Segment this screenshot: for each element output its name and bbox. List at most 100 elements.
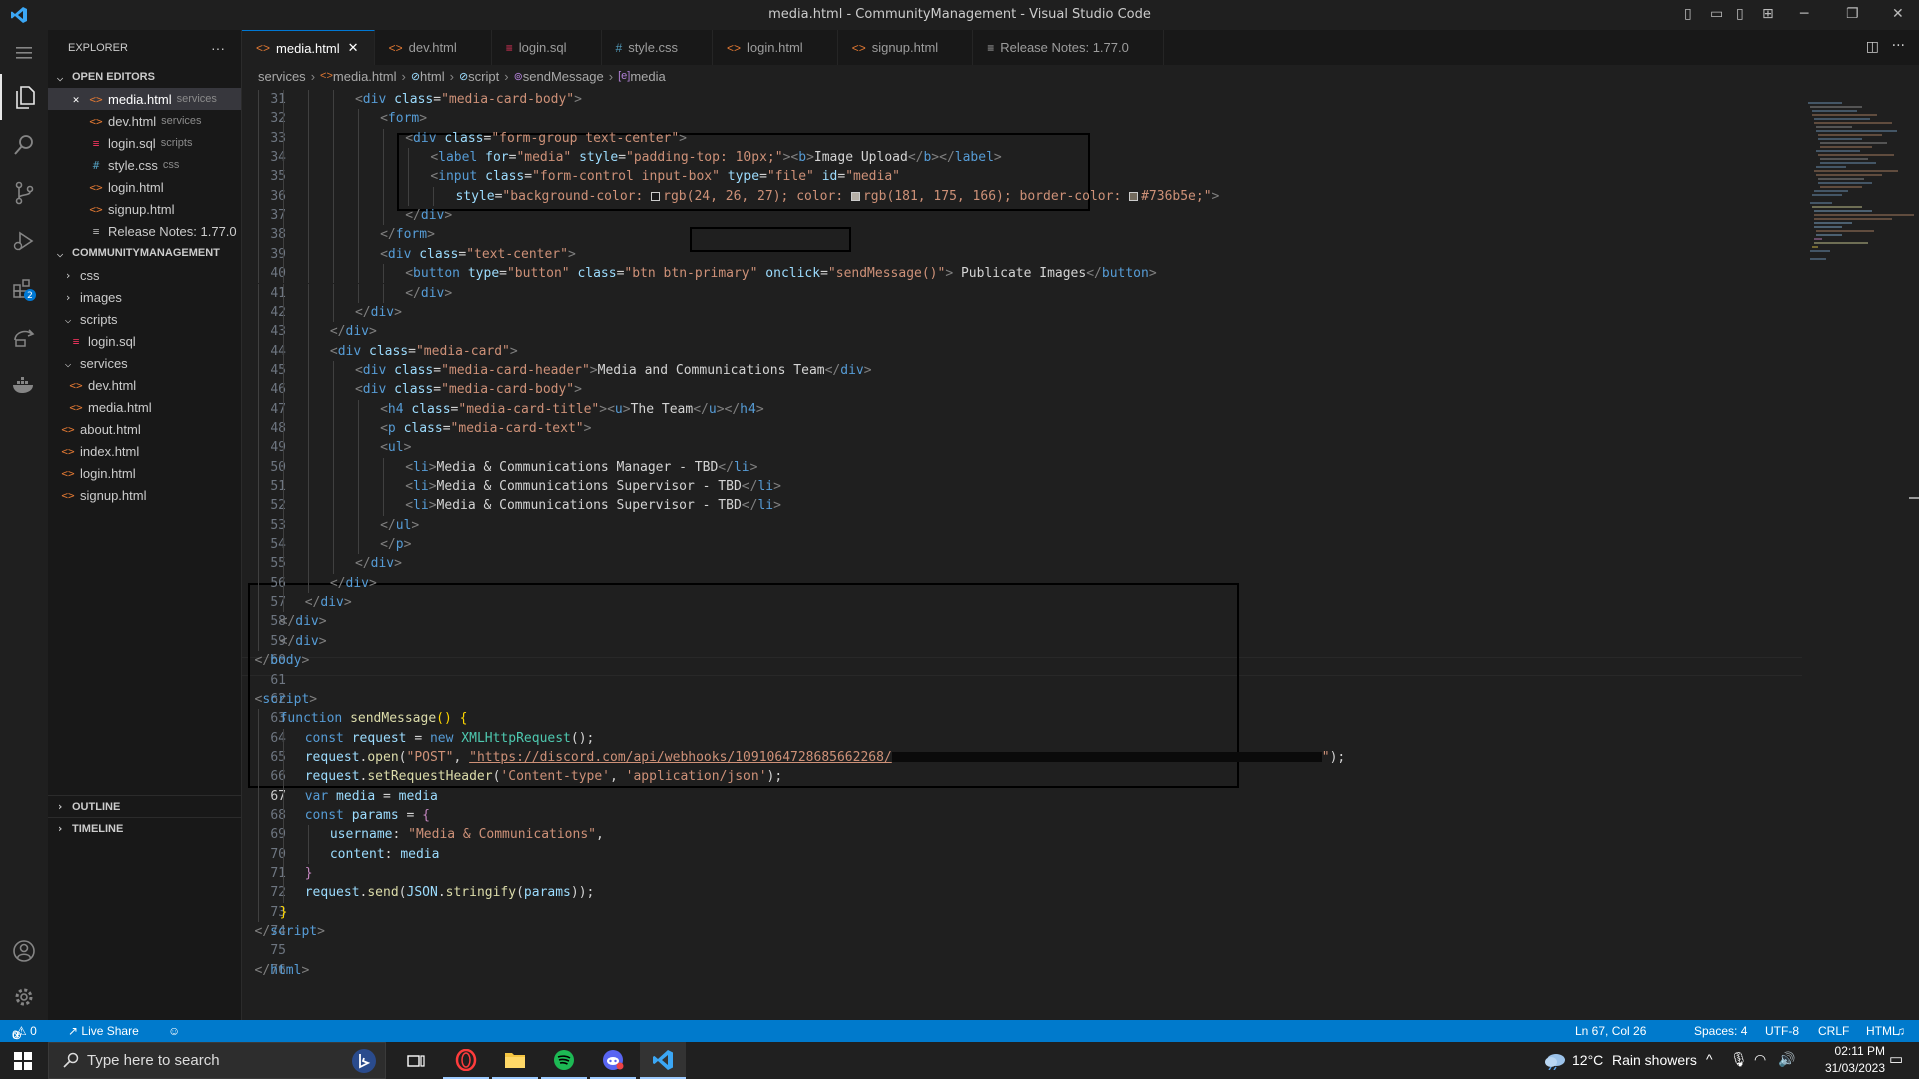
opera-gx-icon[interactable]	[443, 1042, 489, 1079]
tab-login-html[interactable]: <> login.html	[713, 30, 838, 65]
breadcrumb-item[interactable]: services	[258, 69, 306, 84]
remote-explorer-icon[interactable]	[0, 314, 48, 360]
open-editor-item[interactable]: ✕<>signup.html	[48, 198, 241, 220]
menu-icon[interactable]	[0, 30, 48, 76]
split-editor-icon[interactable]: ◫	[1866, 39, 1879, 55]
folder-item[interactable]: › images	[48, 286, 241, 308]
breadcrumb-item[interactable]: script	[468, 69, 499, 84]
close-icon[interactable]: ✕	[68, 93, 84, 106]
tab-style-css[interactable]: # style.css	[602, 30, 714, 65]
breadcrumb-item[interactable]: media.html	[333, 69, 397, 84]
indentation[interactable]: Spaces: 4	[1694, 1024, 1747, 1038]
open-editor-item[interactable]: ✕#style.csscss	[48, 154, 241, 176]
toggle-panel-icon[interactable]: ▭	[1710, 6, 1723, 22]
open-editor-item[interactable]: ✕<>login.html	[48, 176, 241, 198]
open-editors-section[interactable]: ⌵ OPEN EDITORS	[48, 66, 241, 88]
timeline-section[interactable]: › TIMELINE	[48, 817, 242, 839]
taskbar-search-box[interactable]: Type here to search	[48, 1042, 386, 1079]
file-explorer-icon[interactable]	[492, 1042, 538, 1079]
indent-guide	[257, 864, 259, 884]
accounts-icon[interactable]	[0, 928, 48, 974]
file-item[interactable]: <> media.html	[48, 396, 241, 418]
outline-section[interactable]: › OUTLINE	[48, 795, 242, 817]
redacted-token	[891, 752, 1322, 763]
cursor-position[interactable]: Ln 67, Col 26	[1575, 1024, 1646, 1038]
open-editor-item[interactable]: ✕≡login.sqlscripts	[48, 132, 241, 154]
folder-item[interactable]: › css	[48, 264, 241, 286]
run-debug-icon[interactable]	[0, 218, 48, 264]
feedback-icon[interactable]: ☺	[168, 1024, 180, 1038]
close-icon[interactable]: ✕	[348, 40, 360, 56]
more-actions-icon[interactable]: ···	[1892, 38, 1905, 54]
line-number: 39	[270, 246, 286, 262]
breadcrumb-item[interactable]: html	[420, 69, 445, 84]
tab-media-html[interactable]: <> media.html ✕	[242, 30, 375, 65]
wifi-icon[interactable]: ◠	[1754, 1051, 1766, 1068]
more-actions-icon[interactable]: ···	[211, 40, 225, 56]
code-token: li	[733, 459, 750, 475]
open-editor-item[interactable]: ✕≡Release Notes: 1.77.0	[48, 220, 241, 242]
task-view-icon[interactable]	[393, 1042, 439, 1079]
minimize-button[interactable]: ─	[1800, 6, 1808, 22]
notification-center-icon[interactable]: ▭	[1889, 1050, 1903, 1068]
breadcrumb-item[interactable]: media	[630, 69, 665, 84]
windows-start-icon[interactable]	[0, 1042, 46, 1079]
close-window-button[interactable]: ✕	[1892, 6, 1904, 22]
code-token: ></	[931, 150, 955, 166]
file-name: style.css	[108, 157, 158, 173]
toggle-secondary-sidebar-icon[interactable]: ▯	[1736, 6, 1744, 22]
problems-indicator[interactable]: ⊗ 0 ⚠ 0	[12, 1024, 37, 1042]
open-editor-item[interactable]: ✕ <> media.html services	[48, 88, 241, 110]
volume-icon[interactable]: 🔊	[1778, 1051, 1795, 1068]
tab-login-sql[interactable]: ≡ login.sql	[492, 30, 602, 65]
minimap[interactable]	[1802, 87, 1919, 1020]
docker-icon[interactable]	[0, 362, 48, 408]
code-line: </html>	[255, 961, 310, 980]
restore-button[interactable]: ❐	[1846, 6, 1859, 22]
live-share-button[interactable]: ↗ Live Share	[68, 1024, 139, 1038]
folder-item[interactable]: ⌵ scripts	[48, 308, 241, 330]
extensions-icon[interactable]: 2	[0, 266, 48, 312]
search-icon[interactable]	[0, 122, 48, 168]
color-swatch[interactable]	[850, 191, 860, 201]
clock-date[interactable]: 31/03/2023	[1803, 1061, 1885, 1075]
notifications-bell-icon[interactable]: ♫	[1896, 1024, 1905, 1038]
chevron-up-icon[interactable]: ^	[1706, 1051, 1713, 1067]
color-swatch[interactable]	[1129, 191, 1139, 201]
toggle-sidebar-icon[interactable]: ▯	[1684, 6, 1692, 22]
open-editor-item[interactable]: ✕<>dev.htmlservices	[48, 110, 241, 132]
source-control-icon[interactable]	[0, 170, 48, 216]
file-item[interactable]: <> dev.html	[48, 374, 241, 396]
clock-time[interactable]: 02:11 PM	[1803, 1044, 1885, 1058]
project-section[interactable]: ⌵ COMMUNITYMANAGEMENT	[48, 242, 241, 264]
language-mode[interactable]: HTML	[1866, 1024, 1899, 1038]
file-item[interactable]: ≡ login.sql	[48, 330, 241, 352]
weather-temperature[interactable]: 12°C	[1572, 1052, 1603, 1068]
weather-cloud-icon[interactable]	[1543, 1050, 1567, 1075]
spotify-icon[interactable]	[541, 1042, 587, 1079]
breadcrumb-item[interactable]: sendMessage	[523, 69, 604, 84]
file-item[interactable]: <> index.html	[48, 440, 241, 462]
customize-layout-icon[interactable]: ⊞	[1762, 6, 1774, 22]
folder-item[interactable]: ⌵ services	[48, 352, 241, 374]
file-item[interactable]: <> login.html	[48, 462, 241, 484]
microphone-icon[interactable]: 🎙	[1730, 1051, 1748, 1068]
settings-gear-icon[interactable]	[0, 974, 48, 1020]
tab-release-notes-1-77-0[interactable]: ≡ Release Notes: 1.77.0	[973, 30, 1164, 65]
discord-icon[interactable]	[590, 1042, 636, 1079]
code-editor[interactable]: 31 <div class="media-card-body"> 32 <form> 3…	[242, 87, 1802, 1020]
bing-icon[interactable]	[351, 1048, 377, 1078]
file-item[interactable]: <> signup.html	[48, 484, 241, 506]
tab-signup-html[interactable]: <> signup.html	[838, 30, 974, 65]
encoding[interactable]: UTF-8	[1765, 1024, 1799, 1038]
explorer-icon[interactable]	[0, 74, 48, 120]
vscode-taskbar-icon[interactable]	[640, 1042, 686, 1079]
chevron-right-icon: ›	[56, 822, 64, 835]
weather-condition[interactable]: Rain showers	[1612, 1052, 1697, 1068]
color-swatch[interactable]	[651, 191, 661, 201]
line-ending[interactable]: CRLF	[1818, 1024, 1849, 1038]
tab-dev-html[interactable]: <> dev.html	[375, 30, 492, 65]
file-item[interactable]: <> about.html	[48, 418, 241, 440]
code-token: >	[427, 227, 435, 243]
file-name: login.sql	[108, 135, 156, 151]
